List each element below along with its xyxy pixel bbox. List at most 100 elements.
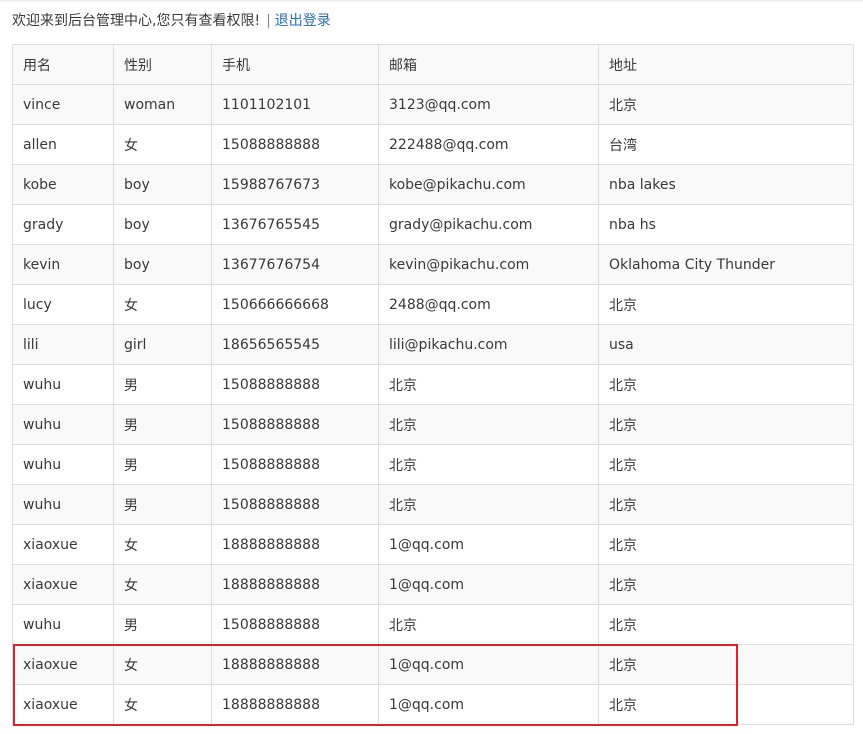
cell-address: 北京 bbox=[598, 484, 854, 525]
top-divider bbox=[0, 0, 863, 2]
page: 欢迎来到后台管理中心,您只有查看权限! | 退出登录 用名 性别 手机 邮箱 地址 … bbox=[0, 0, 863, 734]
cell-address: nba lakes bbox=[598, 164, 854, 205]
cell-phone: 18656565545 bbox=[211, 324, 379, 365]
table-row: wuhu 男 15088888888 北京 北京 bbox=[12, 364, 854, 405]
cell-phone: 150666666668 bbox=[211, 284, 379, 325]
cell-phone: 15088888888 bbox=[211, 444, 379, 485]
table-row: xiaoxue 女 18888888888 1@qq.com 北京 bbox=[12, 644, 854, 685]
cell-email: 北京 bbox=[378, 484, 599, 525]
cell-address: 北京 bbox=[598, 644, 854, 685]
table-row: wuhu 男 15088888888 北京 北京 bbox=[12, 404, 854, 445]
column-header-address: 地址 bbox=[598, 44, 854, 85]
cell-gender: 女 bbox=[113, 644, 212, 685]
cell-gender: woman bbox=[113, 84, 212, 125]
table-row: wuhu 男 15088888888 北京 北京 bbox=[12, 484, 854, 525]
cell-email: 2488@qq.com bbox=[378, 284, 599, 325]
cell-address: 北京 bbox=[598, 284, 854, 325]
cell-phone: 13676765545 bbox=[211, 204, 379, 245]
cell-address: 北京 bbox=[598, 404, 854, 445]
cell-username: xiaoxue bbox=[12, 564, 114, 605]
cell-email: grady@pikachu.com bbox=[378, 204, 599, 245]
cell-address: 台湾 bbox=[598, 124, 854, 165]
column-header-email: 邮箱 bbox=[378, 44, 599, 85]
cell-email: 北京 bbox=[378, 604, 599, 645]
cell-gender: boy bbox=[113, 244, 212, 285]
cell-email: 3123@qq.com bbox=[378, 84, 599, 125]
cell-username: xiaoxue bbox=[12, 524, 114, 565]
table-row: wuhu 男 15088888888 北京 北京 bbox=[12, 604, 854, 645]
table-row: grady boy 13676765545 grady@pikachu.com nba … bbox=[12, 204, 854, 245]
column-header-phone: 手机 bbox=[211, 44, 379, 85]
users-table: 用名 性别 手机 邮箱 地址 vince woman 1101102101 3123@… bbox=[12, 44, 854, 725]
cell-gender: 男 bbox=[113, 484, 212, 525]
table-row: xiaoxue 女 18888888888 1@qq.com 北京 bbox=[12, 524, 854, 565]
cell-address: 北京 bbox=[598, 524, 854, 565]
cell-email: 1@qq.com bbox=[378, 644, 599, 685]
cell-gender: 女 bbox=[113, 284, 212, 325]
cell-username: xiaoxue bbox=[12, 644, 114, 685]
cell-gender: boy bbox=[113, 204, 212, 245]
cell-address: usa bbox=[598, 324, 854, 365]
table-row: kobe boy 15988767673 kobe@pikachu.com nba la… bbox=[12, 164, 854, 205]
cell-phone: 13677676754 bbox=[211, 244, 379, 285]
cell-email: 北京 bbox=[378, 364, 599, 405]
separator: | bbox=[266, 13, 271, 29]
cell-username: xiaoxue bbox=[12, 684, 114, 725]
cell-email: 1@qq.com bbox=[378, 684, 599, 725]
table-row: vince woman 1101102101 3123@qq.com 北京 bbox=[12, 84, 854, 125]
cell-username: lucy bbox=[12, 284, 114, 325]
cell-gender: 男 bbox=[113, 604, 212, 645]
column-header-username: 用名 bbox=[12, 44, 114, 85]
table-row: lucy 女 150666666668 2488@qq.com 北京 bbox=[12, 284, 854, 325]
table-row: wuhu 男 15088888888 北京 北京 bbox=[12, 444, 854, 485]
cell-gender: 男 bbox=[113, 444, 212, 485]
cell-email: 北京 bbox=[378, 404, 599, 445]
cell-address: Oklahoma City Thunder bbox=[598, 244, 854, 285]
cell-gender: 女 bbox=[113, 564, 212, 605]
cell-email: lili@pikachu.com bbox=[378, 324, 599, 365]
cell-username: lili bbox=[12, 324, 114, 365]
welcome-text: 欢迎来到后台管理中心,您只有查看权限! bbox=[12, 13, 261, 29]
cell-phone: 15088888888 bbox=[211, 604, 379, 645]
cell-username: wuhu bbox=[12, 444, 114, 485]
cell-username: wuhu bbox=[12, 364, 114, 405]
cell-address: 北京 bbox=[598, 604, 854, 645]
cell-username: vince bbox=[12, 84, 114, 125]
cell-phone: 18888888888 bbox=[211, 564, 379, 605]
cell-address: 北京 bbox=[598, 84, 854, 125]
cell-email: 北京 bbox=[378, 444, 599, 485]
table-row: lili girl 18656565545 lili@pikachu.com usa bbox=[12, 324, 854, 365]
cell-username: wuhu bbox=[12, 604, 114, 645]
cell-username: wuhu bbox=[12, 404, 114, 445]
cell-gender: girl bbox=[113, 324, 212, 365]
cell-email: 222488@qq.com bbox=[378, 124, 599, 165]
cell-username: wuhu bbox=[12, 484, 114, 525]
cell-address: 北京 bbox=[598, 684, 854, 725]
cell-gender: 男 bbox=[113, 404, 212, 445]
table-row: xiaoxue 女 18888888888 1@qq.com 北京 bbox=[12, 564, 854, 605]
cell-phone: 15088888888 bbox=[211, 364, 379, 405]
cell-username: allen bbox=[12, 124, 114, 165]
cell-address: nba hs bbox=[598, 204, 854, 245]
cell-username: kobe bbox=[12, 164, 114, 205]
cell-gender: 女 bbox=[113, 524, 212, 565]
cell-phone: 18888888888 bbox=[211, 684, 379, 725]
cell-address: 北京 bbox=[598, 444, 854, 485]
cell-username: grady bbox=[12, 204, 114, 245]
cell-gender: boy bbox=[113, 164, 212, 205]
cell-address: 北京 bbox=[598, 364, 854, 405]
cell-gender: 女 bbox=[113, 124, 212, 165]
cell-address: 北京 bbox=[598, 564, 854, 605]
cell-email: kevin@pikachu.com bbox=[378, 244, 599, 285]
table-row: kevin boy 13677676754 kevin@pikachu.com Okla… bbox=[12, 244, 854, 285]
cell-gender: 女 bbox=[113, 684, 212, 725]
logout-link[interactable]: 退出登录 bbox=[275, 13, 331, 29]
table-row: allen 女 15088888888 222488@qq.com 台湾 bbox=[12, 124, 854, 165]
column-header-gender: 性别 bbox=[113, 44, 212, 85]
cell-email: kobe@pikachu.com bbox=[378, 164, 599, 205]
cell-email: 1@qq.com bbox=[378, 524, 599, 565]
cell-phone: 18888888888 bbox=[211, 644, 379, 685]
table-body: vince woman 1101102101 3123@qq.com 北京 allen 女 1… bbox=[12, 84, 854, 725]
cell-phone: 15988767673 bbox=[211, 164, 379, 205]
cell-phone: 1101102101 bbox=[211, 84, 379, 125]
